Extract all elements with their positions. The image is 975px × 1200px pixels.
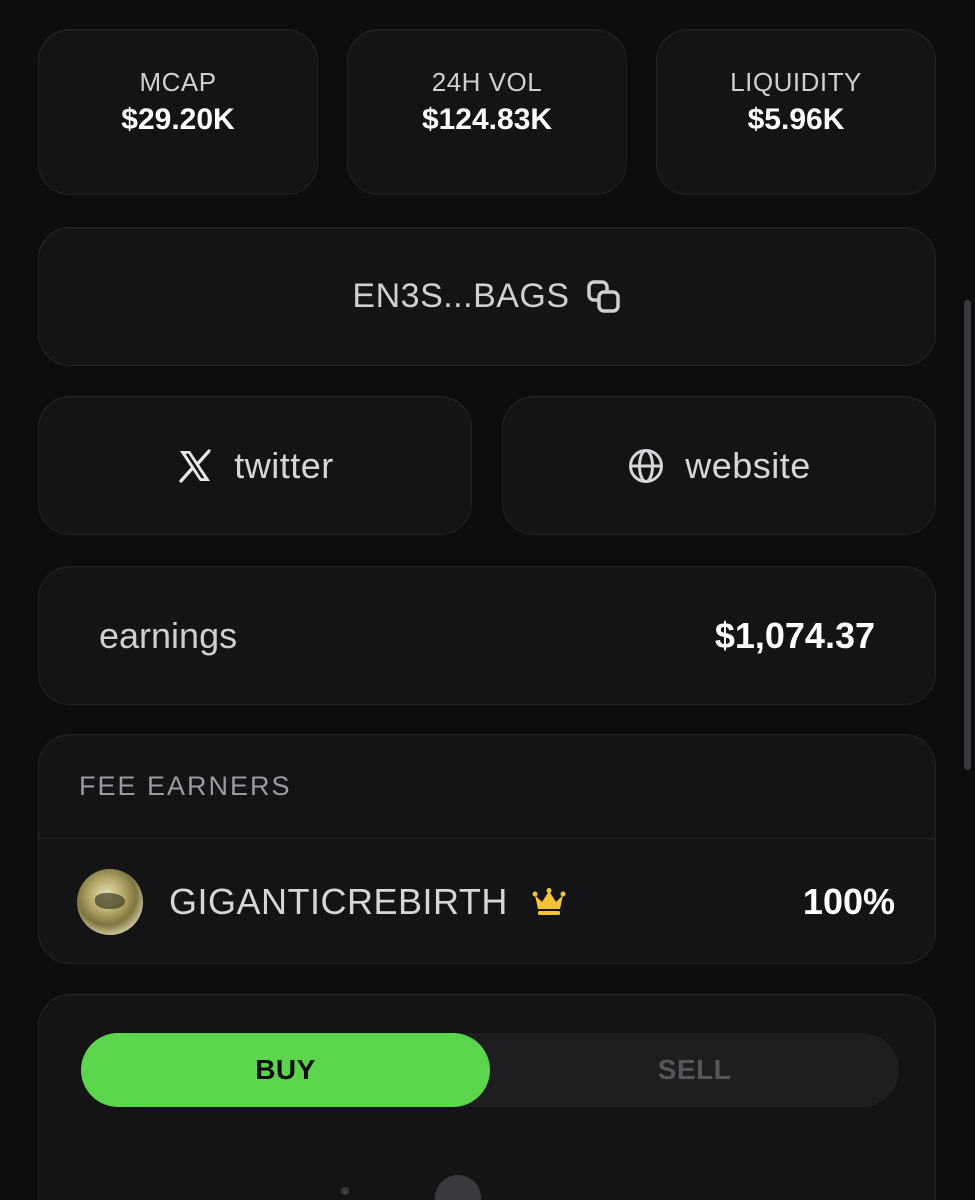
scrollbar[interactable] [964,300,971,770]
globe-icon [627,447,665,485]
stat-label: MCAP [139,67,217,97]
crown-icon [532,887,566,917]
earnings-label: earnings [99,614,238,656]
stat-value: $124.83K [421,103,553,136]
buy-sell-toggle: BUY SELL [81,1033,899,1107]
earnings-value: $1,074.37 [714,614,875,656]
fee-earner-percent: 100% [802,881,895,922]
sell-tab[interactable]: SELL [490,1033,899,1107]
stat-24h-vol: 24H VOL $124.83K [347,29,627,195]
avatar [77,869,143,935]
earnings-card: earnings $1,074.37 [38,566,936,705]
fee-earner-name: GIGANTICREBIRTH [169,881,508,922]
stat-mcap: MCAP $29.20K [38,29,318,195]
stat-value: $29.20K [121,103,235,136]
partial-icon [435,1175,481,1200]
website-link-button[interactable]: website [502,396,936,535]
fee-earners-card: FEE EARNERS GIGANTICREBIRTH 100% [38,734,936,964]
contract-address-text: EN3S...BAGS [352,277,570,315]
website-link-label: website [685,444,811,486]
contract-address-button[interactable]: EN3S...BAGS [38,227,936,366]
stat-liquidity: LIQUIDITY $5.96K [656,29,936,195]
stat-value: $5.96K [747,103,845,136]
fee-earners-title: FEE EARNERS [39,735,935,839]
stat-label: 24H VOL [431,67,543,97]
fee-earner-row[interactable]: GIGANTICREBIRTH 100% [39,839,935,963]
buy-tab[interactable]: BUY [81,1033,490,1107]
twitter-link-button[interactable]: twitter [38,396,472,535]
stat-label: LIQUIDITY [730,67,862,97]
x-icon [176,447,214,485]
twitter-link-label: twitter [234,444,334,486]
copy-icon[interactable] [586,279,622,315]
partial-icon [341,1187,349,1195]
token-page: MCAP $29.20K 24H VOL $124.83K LIQUIDITY … [0,0,975,1200]
trade-card: BUY SELL [38,994,936,1200]
